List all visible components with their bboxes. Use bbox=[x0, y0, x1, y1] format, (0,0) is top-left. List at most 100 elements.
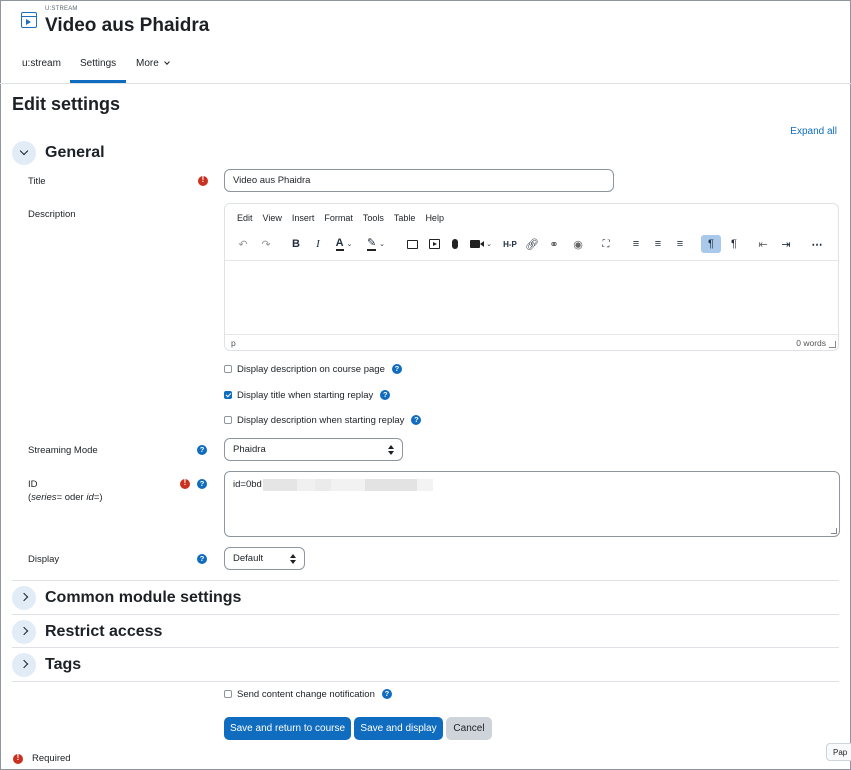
section-tags-header[interactable]: Tags bbox=[12, 653, 81, 677]
resize-handle-icon[interactable] bbox=[831, 528, 837, 534]
help-icon[interactable] bbox=[197, 554, 207, 564]
required-legend-label: Required bbox=[32, 753, 71, 764]
align-left-icon[interactable]: ≡ bbox=[626, 235, 646, 253]
page-title: Video aus Phaidra bbox=[45, 15, 210, 36]
display-description-replay-checkbox[interactable] bbox=[224, 416, 232, 424]
id-textarea[interactable]: id=0bd bbox=[224, 471, 840, 537]
id-hint-or: oder bbox=[62, 492, 87, 503]
microphone-icon[interactable] bbox=[445, 235, 465, 253]
editor-statusbar: p 0 words bbox=[225, 334, 838, 350]
editor-menu-view[interactable]: View bbox=[258, 213, 287, 223]
select-arrows-icon bbox=[290, 553, 296, 564]
display-select[interactable]: Default bbox=[224, 547, 305, 570]
section-common-module-header[interactable]: Common module settings bbox=[12, 586, 241, 610]
redo-icon[interactable]: ↷ bbox=[256, 235, 276, 253]
align-right-icon[interactable]: ≡ bbox=[670, 235, 690, 253]
cancel-button[interactable]: Cancel bbox=[446, 717, 492, 740]
rtl-direction-icon[interactable]: ¶ bbox=[724, 235, 744, 253]
help-icon[interactable] bbox=[197, 445, 207, 455]
link-icon[interactable]: 🔗︎ bbox=[522, 235, 542, 253]
save-return-button[interactable]: Save and return to course bbox=[224, 717, 351, 740]
editor-toolbar: ↶ ↷ B I A ⌄ ✎ ⌄ ⌄ H-P 🔗︎ ⚭ ◉ ⛶ ≡ ≡ ≡ ¶ ¶ ⇤… bbox=[225, 232, 838, 256]
fullscreen-icon[interactable]: ⛶ bbox=[596, 235, 616, 253]
title-input[interactable]: Video aus Phaidra bbox=[224, 169, 614, 192]
description-editor: Edit View Insert Format Tools Table Help… bbox=[224, 203, 839, 351]
option-display-title-replay[interactable]: Display title when starting replay bbox=[224, 388, 391, 402]
help-icon[interactable] bbox=[411, 415, 422, 425]
send-notification-checkbox[interactable] bbox=[224, 690, 232, 698]
outdent-icon[interactable]: ⇤ bbox=[753, 235, 773, 253]
display-value: Default bbox=[233, 553, 264, 564]
required-legend: Required bbox=[13, 753, 71, 764]
display-title-replay-label: Display title when starting replay bbox=[237, 389, 374, 401]
page-drawer-button[interactable]: Pap bbox=[826, 743, 851, 761]
help-icon[interactable] bbox=[380, 390, 391, 400]
chevron-down-icon bbox=[12, 141, 36, 165]
editor-menubar: Edit View Insert Format Tools Table Help bbox=[232, 213, 449, 223]
editor-menu-edit[interactable]: Edit bbox=[232, 213, 258, 223]
id-label: ID bbox=[28, 479, 38, 490]
undo-icon[interactable]: ↶ bbox=[233, 235, 253, 253]
section-divider bbox=[12, 647, 839, 648]
editor-menu-table[interactable]: Table bbox=[389, 213, 421, 223]
editor-menu-insert[interactable]: Insert bbox=[287, 213, 320, 223]
id-hint: (series= oder id=) bbox=[28, 492, 103, 503]
id-value: id=0bd bbox=[233, 479, 262, 490]
option-display-description-replay[interactable]: Display description when starting replay bbox=[224, 413, 422, 427]
resize-handle-icon[interactable] bbox=[829, 341, 836, 348]
text-color-icon[interactable]: A ⌄ bbox=[330, 235, 358, 253]
editor-menu-help[interactable]: Help bbox=[420, 213, 449, 223]
chevron-right-icon bbox=[12, 653, 36, 677]
section-general-header[interactable]: General bbox=[12, 141, 105, 165]
editor-content-area[interactable] bbox=[225, 260, 838, 336]
editor-word-count[interactable]: 0 words bbox=[796, 338, 826, 348]
option-display-description[interactable]: Display description on course page bbox=[224, 362, 402, 376]
h5p-icon[interactable]: H-P bbox=[500, 235, 520, 253]
streaming-mode-label: Streaming Mode bbox=[28, 445, 98, 456]
section-divider bbox=[12, 614, 839, 615]
tab-more[interactable]: More bbox=[126, 50, 179, 83]
module-type-label: U:STREAM bbox=[45, 6, 78, 12]
help-icon[interactable] bbox=[197, 479, 207, 489]
window-frame bbox=[0, 0, 851, 770]
save-display-button[interactable]: Save and display bbox=[354, 717, 443, 740]
media-icon[interactable] bbox=[424, 235, 444, 253]
indent-icon[interactable]: ⇥ bbox=[776, 235, 796, 253]
video-camera-icon[interactable]: ⌄ bbox=[467, 235, 495, 253]
display-title-replay-checkbox[interactable] bbox=[224, 391, 232, 399]
send-notification-label: Send content change notification bbox=[237, 688, 375, 700]
section-restrict-access-header[interactable]: Restrict access bbox=[12, 620, 162, 644]
editor-menu-tools[interactable]: Tools bbox=[358, 213, 389, 223]
unlink-icon[interactable]: ⚭ bbox=[544, 235, 564, 253]
help-icon[interactable] bbox=[381, 689, 392, 699]
tab-settings[interactable]: Settings bbox=[70, 50, 127, 83]
bold-icon[interactable]: B bbox=[286, 235, 306, 253]
video-module-icon bbox=[21, 12, 37, 28]
display-description-replay-label: Display description when starting replay bbox=[237, 414, 405, 426]
description-label: Description bbox=[28, 209, 76, 220]
section-divider bbox=[12, 580, 839, 581]
required-icon bbox=[13, 753, 23, 764]
accessibility-eye-icon[interactable]: ◉ bbox=[564, 235, 592, 253]
more-tools-icon[interactable]: ⋯ bbox=[807, 235, 827, 253]
tab-ustream[interactable]: u:stream bbox=[12, 50, 71, 83]
expand-all-link[interactable]: Expand all bbox=[790, 126, 837, 137]
ltr-direction-icon[interactable]: ¶ bbox=[701, 235, 721, 253]
edit-settings-heading: Edit settings bbox=[12, 94, 121, 114]
editor-element-path[interactable]: p bbox=[231, 338, 236, 348]
align-center-icon[interactable]: ≡ bbox=[648, 235, 668, 253]
required-icon bbox=[198, 175, 208, 186]
streaming-mode-select[interactable]: Phaidra bbox=[224, 438, 403, 461]
help-icon[interactable] bbox=[391, 364, 402, 374]
editor-menu-format[interactable]: Format bbox=[319, 213, 358, 223]
italic-icon[interactable]: I bbox=[308, 235, 328, 253]
required-icon bbox=[180, 478, 190, 489]
redacted-block bbox=[314, 479, 331, 491]
redacted-block bbox=[364, 479, 417, 491]
image-icon[interactable] bbox=[402, 235, 422, 253]
option-send-notification[interactable]: Send content change notification bbox=[224, 687, 392, 701]
highlight-icon[interactable]: ✎ ⌄ bbox=[362, 235, 390, 253]
display-description-checkbox[interactable] bbox=[224, 365, 232, 373]
redacted-block bbox=[416, 479, 433, 491]
title-input-value: Video aus Phaidra bbox=[233, 175, 311, 186]
